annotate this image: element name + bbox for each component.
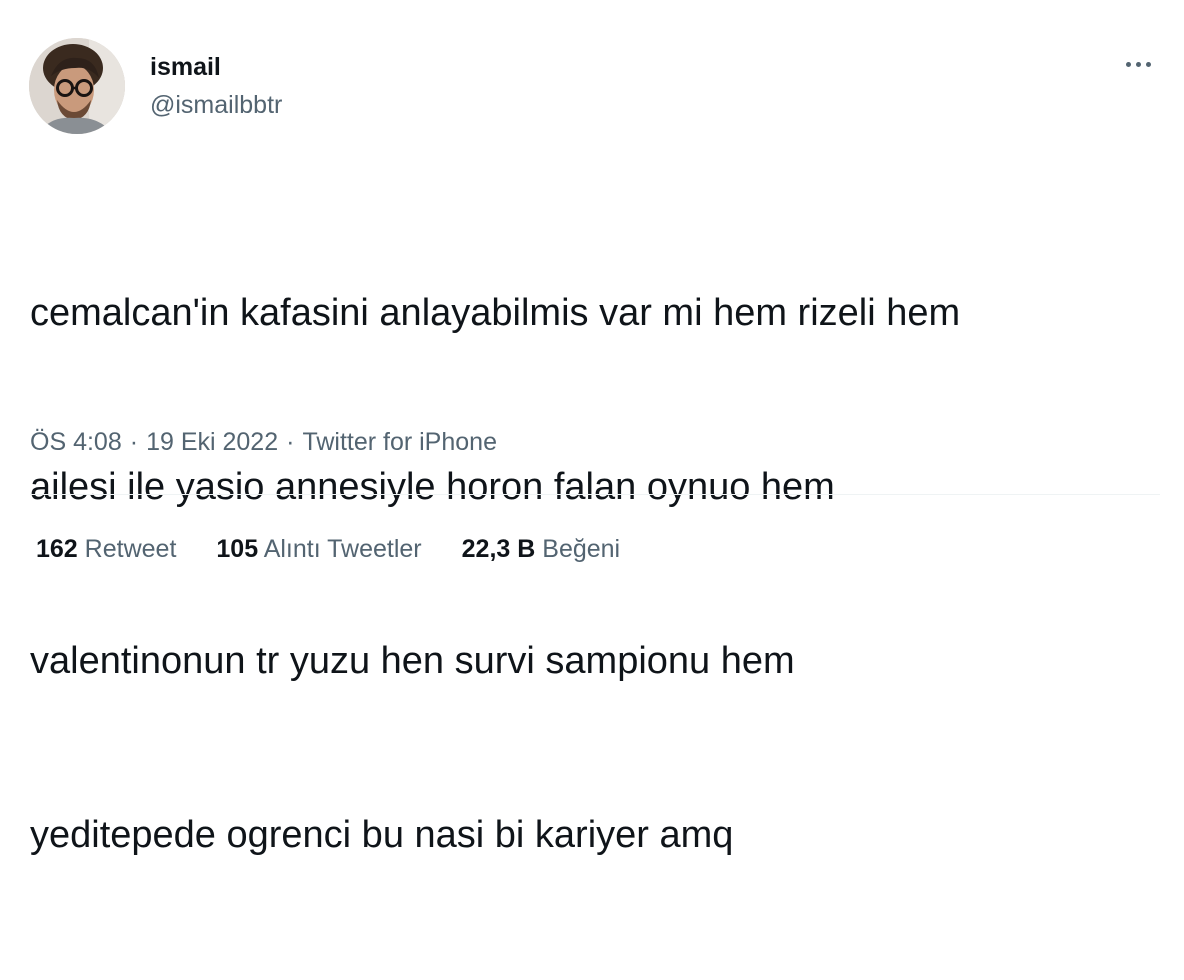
tweet-time: ÖS 4:08	[30, 428, 122, 456]
stat-value: 162	[36, 535, 78, 563]
retweet-count[interactable]: 162 Retweet	[36, 533, 176, 565]
tweet-card: ismail @ismailbbtr cemalcan'in kafasini …	[0, 0, 1184, 856]
avatar-image	[29, 38, 125, 134]
tweet-source-link[interactable]: Twitter for iPhone	[302, 428, 497, 456]
stat-value: 22,3 B	[461, 535, 536, 563]
tweet-text-line: yeditepede ogrenci bu nasi bi kariyer am…	[30, 814, 734, 856]
tweet-text-line: ailesi ile yasio annesiyle horon falan o…	[30, 466, 835, 508]
tweet-text-line: valentinonun tr yuzu hen survi sampionu …	[30, 640, 795, 682]
more-horizontal-icon	[1125, 61, 1151, 67]
tweet-text: cemalcan'in kafasini anlayabilmis var mi…	[30, 168, 1160, 980]
quote-tweet-count[interactable]: 105 Alıntı Tweetler	[216, 533, 421, 565]
meta-separator: ·	[129, 428, 139, 456]
tweet-meta: ÖS 4:08 · 19 Eki 2022 · Twitter for iPhone	[30, 426, 497, 458]
user-handle[interactable]: @ismailbbtr	[150, 90, 282, 120]
stat-label: Beğeni	[542, 535, 621, 563]
divider	[30, 494, 1160, 495]
more-options-button[interactable]	[1118, 50, 1158, 78]
stat-value: 105	[216, 535, 259, 563]
display-name[interactable]: ismail	[150, 52, 221, 82]
tweet-stats: 162 Retweet 105 Alıntı Tweetler 22,3 B B…	[36, 533, 660, 565]
tweet-date: 19 Eki 2022	[146, 428, 279, 456]
tweet-text-line: cemalcan'in kafasini anlayabilmis var mi…	[30, 292, 961, 334]
stat-label: Retweet	[84, 535, 177, 563]
avatar[interactable]	[29, 38, 125, 134]
stat-label: Alıntı Tweetler	[263, 535, 422, 563]
like-count[interactable]: 22,3 B Beğeni	[462, 533, 620, 565]
meta-separator: ·	[286, 428, 295, 456]
tweet-time-link[interactable]: ÖS 4:08 · 19 Eki 2022	[30, 428, 278, 456]
